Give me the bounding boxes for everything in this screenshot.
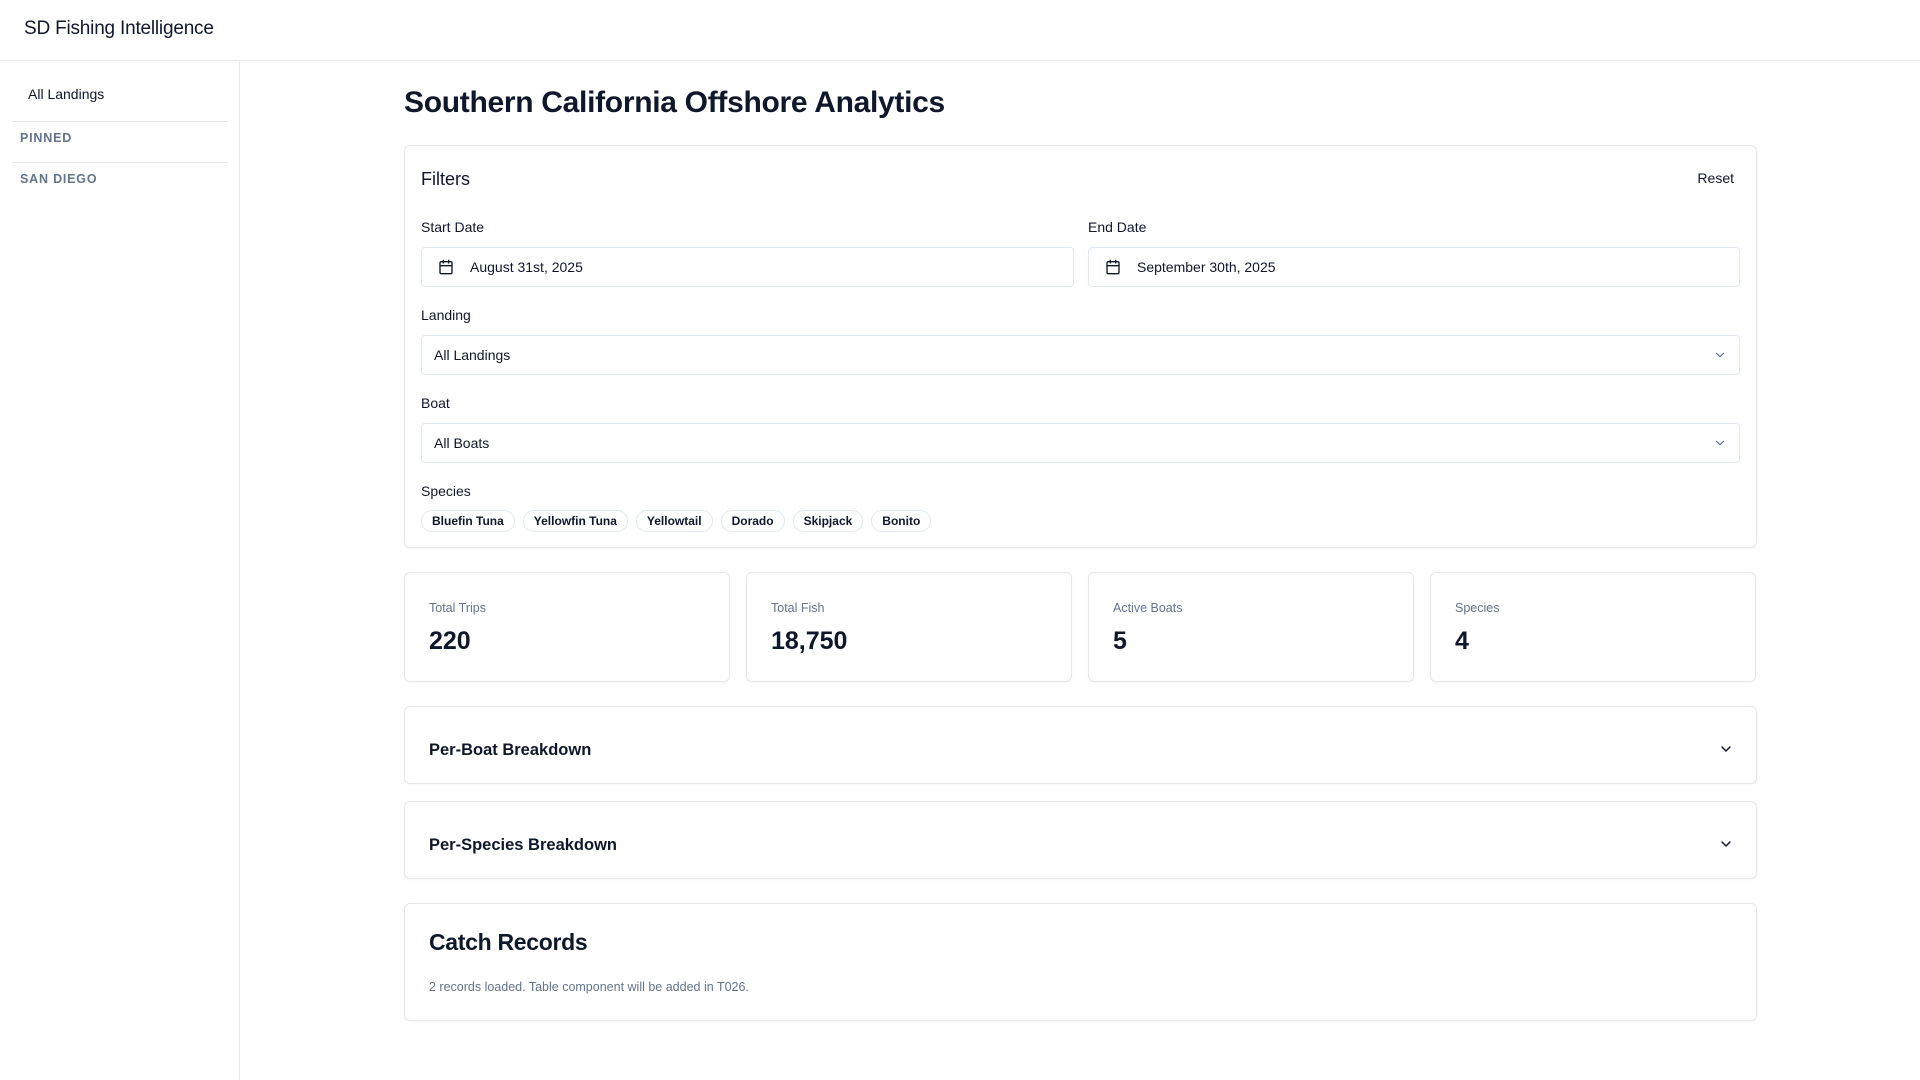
per-species-breakdown-title: Per-Species Breakdown bbox=[429, 836, 617, 854]
stat-label: Total Trips bbox=[429, 601, 486, 615]
per-species-breakdown-accordion[interactable]: Per-Species Breakdown bbox=[404, 801, 1757, 879]
chevron-down-icon bbox=[1715, 352, 1725, 358]
stat-value: 220 bbox=[429, 627, 471, 655]
page-title: Southern California Offshore Analytics bbox=[404, 86, 945, 119]
app-title: SD Fishing Intelligence bbox=[24, 18, 214, 39]
species-chip-bluefin-tuna[interactable]: Bluefin Tuna bbox=[421, 510, 515, 532]
calendar-icon bbox=[1106, 259, 1120, 275]
boat-select[interactable]: All Boats bbox=[421, 423, 1740, 463]
stat-card-active-boats: Active Boats 5 bbox=[1088, 572, 1414, 682]
stat-card-species: Species 4 bbox=[1430, 572, 1756, 682]
species-chip-skipjack[interactable]: Skipjack bbox=[792, 510, 864, 532]
species-chip-yellowfin-tuna[interactable]: Yellowfin Tuna bbox=[522, 510, 628, 532]
start-date-value: August 31st, 2025 bbox=[470, 259, 583, 275]
per-boat-breakdown-accordion[interactable]: Per-Boat Breakdown bbox=[404, 706, 1757, 784]
sidebar-section-pinned: PINNED bbox=[20, 131, 73, 145]
species-chip-dorado[interactable]: Dorado bbox=[720, 510, 785, 532]
species-chip-group: Bluefin Tuna Yellowfin Tuna Yellowtail D… bbox=[421, 510, 932, 532]
sidebar-section-san-diego[interactable]: SAN DIEGO bbox=[20, 172, 97, 186]
stat-value: 18,750 bbox=[771, 627, 848, 655]
catch-records-card: Catch Records 2 records loaded. Table co… bbox=[404, 903, 1757, 1021]
sidebar-divider bbox=[12, 162, 228, 163]
catch-records-message: 2 records loaded. Table component will b… bbox=[429, 980, 749, 994]
landing-select-value: All Landings bbox=[434, 347, 511, 363]
filters-title: Filters bbox=[421, 169, 470, 189]
stat-value: 5 bbox=[1113, 627, 1127, 655]
start-date-picker[interactable]: August 31st, 2025 bbox=[421, 247, 1074, 287]
end-date-value: September 30th, 2025 bbox=[1137, 259, 1276, 275]
boat-label: Boat bbox=[421, 395, 450, 411]
start-date-label: Start Date bbox=[421, 219, 485, 235]
sidebar-divider bbox=[12, 121, 228, 122]
chevron-down-icon bbox=[1721, 746, 1731, 752]
catch-records-title: Catch Records bbox=[429, 929, 588, 955]
end-date-picker[interactable]: September 30th, 2025 bbox=[1088, 247, 1740, 287]
stat-value: 4 bbox=[1455, 627, 1469, 655]
landing-label: Landing bbox=[421, 307, 471, 323]
chevron-down-icon bbox=[1715, 440, 1725, 446]
sidebar: All Landings PINNED SAN DIEGO bbox=[0, 61, 240, 1080]
stat-card-total-fish: Total Fish 18,750 bbox=[746, 572, 1072, 682]
species-chip-bonito[interactable]: Bonito bbox=[871, 510, 932, 532]
end-date-label: End Date bbox=[1088, 219, 1147, 235]
per-boat-breakdown-title: Per-Boat Breakdown bbox=[429, 741, 592, 759]
calendar-icon bbox=[439, 259, 453, 275]
landing-select[interactable]: All Landings bbox=[421, 335, 1740, 375]
species-label: Species bbox=[421, 483, 471, 499]
filters-card: Filters Reset Start Date August 31st, 20… bbox=[404, 145, 1757, 548]
sidebar-item-all-landings[interactable]: All Landings bbox=[12, 79, 228, 109]
reset-button[interactable]: Reset bbox=[1697, 170, 1734, 186]
top-bar: SD Fishing Intelligence bbox=[0, 0, 1920, 61]
stat-label: Species bbox=[1455, 601, 1500, 615]
stat-label: Active Boats bbox=[1113, 601, 1183, 615]
stat-card-total-trips: Total Trips 220 bbox=[404, 572, 730, 682]
boat-select-value: All Boats bbox=[434, 435, 490, 451]
stat-label: Total Fish bbox=[771, 601, 825, 615]
chevron-down-icon bbox=[1721, 841, 1731, 847]
species-chip-yellowtail[interactable]: Yellowtail bbox=[635, 510, 713, 532]
